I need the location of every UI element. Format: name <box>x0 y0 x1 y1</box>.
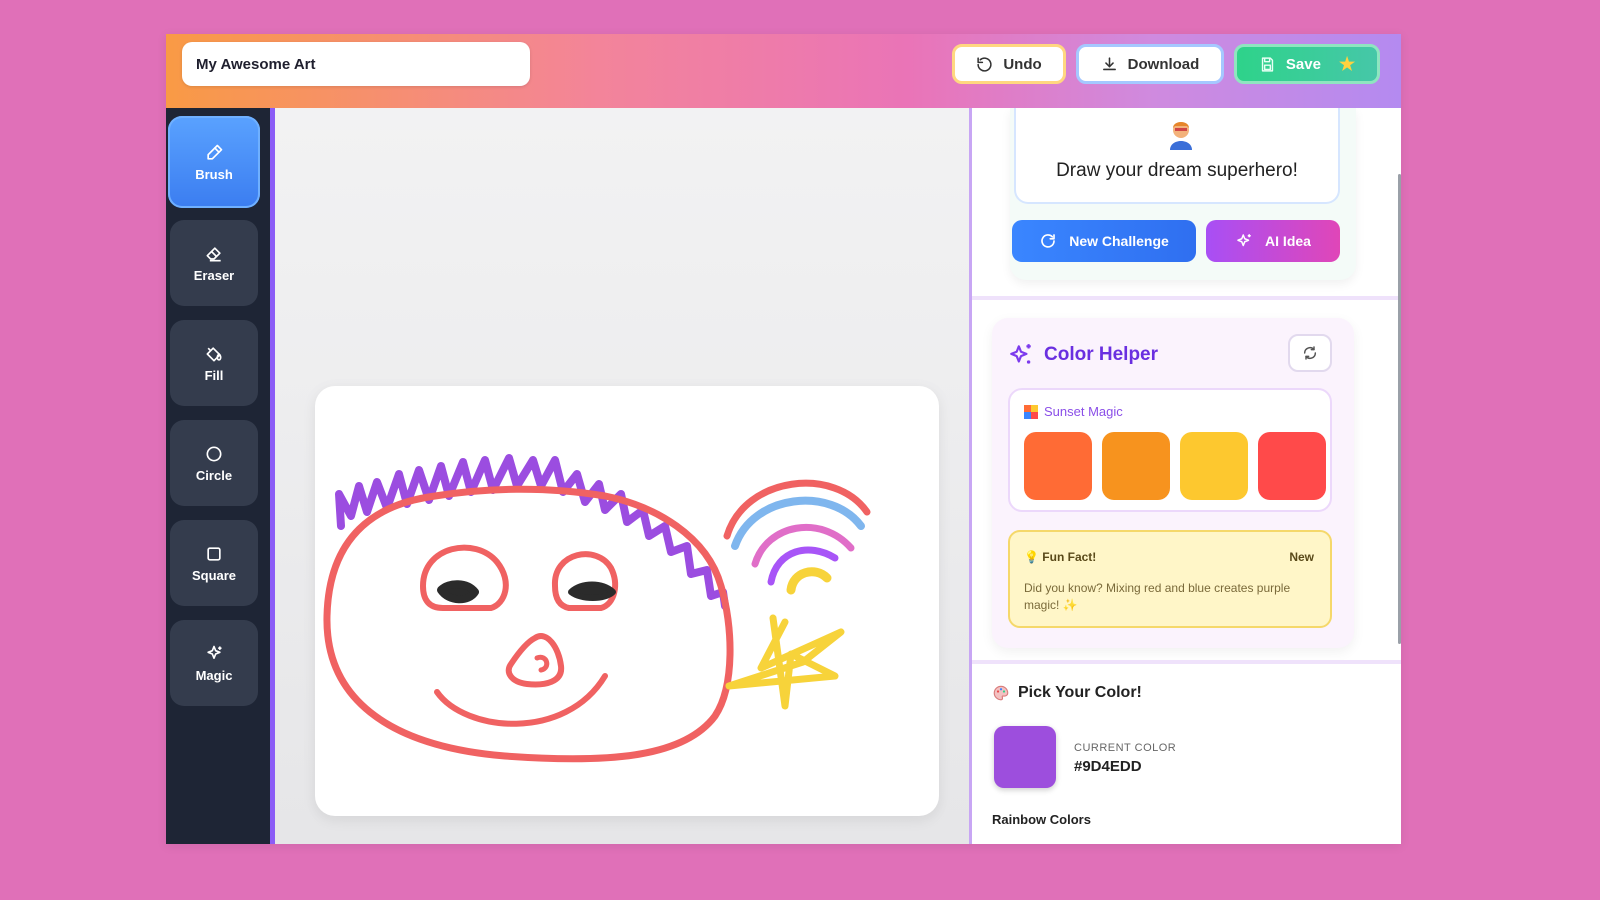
star-icon: ★ <box>1338 53 1356 74</box>
ai-idea-label: AI Idea <box>1265 233 1311 249</box>
ai-idea-button[interactable]: AI Idea <box>1206 220 1340 262</box>
palette-swatch[interactable] <box>1258 432 1326 500</box>
save-icon <box>1261 56 1274 72</box>
canvas-area <box>275 108 969 844</box>
challenge-prompt-box: Draw your dream superhero! <box>1014 108 1340 204</box>
eraser-icon <box>206 246 221 261</box>
drawing-strokes <box>323 454 871 763</box>
download-label: Download <box>1127 55 1200 73</box>
magic-icon <box>207 645 222 659</box>
tool-brush[interactable]: Brush <box>168 116 260 208</box>
current-color-label: CURRENT COLOR <box>1074 742 1177 754</box>
section-divider <box>972 660 1401 664</box>
tool-label: Brush <box>195 166 233 182</box>
current-color-value: #9D4EDD <box>1074 758 1142 775</box>
download-button[interactable]: Download <box>1076 44 1224 84</box>
palette-swatch[interactable] <box>1180 432 1248 500</box>
tool-label: Circle <box>195 467 233 483</box>
drawing-app-window: Undo Download Save ★ Brush Eraser Fill C… <box>166 34 1401 844</box>
challenge-prompt: Draw your dream superhero! <box>1056 160 1298 181</box>
refresh-icon <box>1303 346 1317 360</box>
tool-label: Magic <box>195 667 233 683</box>
drawing-canvas[interactable] <box>315 386 939 816</box>
pick-color-title: Pick Your Color! <box>1018 684 1142 701</box>
tool-label: Eraser <box>193 267 235 283</box>
tool-label: Fill <box>204 367 224 383</box>
fill-icon <box>206 346 222 361</box>
save-label: Save <box>1285 55 1321 73</box>
fun-fact-text: Did you know? Mixing red and blue create… <box>1024 581 1291 612</box>
circle-icon <box>206 446 222 461</box>
tool-eraser[interactable]: Eraser <box>170 220 258 306</box>
undo-label: Undo <box>1003 55 1042 73</box>
palette-icon <box>993 685 1009 701</box>
palette-card: Sunset Magic <box>1008 388 1332 512</box>
brush-icon <box>207 144 223 160</box>
right-panel-scrollbar[interactable] <box>1398 174 1401 644</box>
download-icon <box>1102 56 1116 70</box>
fun-fact-title-label: Fun Fact! <box>1042 550 1097 564</box>
palette-name: Sunset Magic <box>1024 404 1123 419</box>
square-icon <box>207 546 221 561</box>
rainbow-colors-title: Rainbow Colors <box>992 812 1091 827</box>
fun-fact-card: 💡 Fun Fact! New Did you know? Mixing red… <box>1008 530 1332 628</box>
tool-magic[interactable]: Magic <box>170 620 258 706</box>
color-helper-header: Color Helper <box>1008 342 1158 368</box>
refresh-palette-button[interactable] <box>1288 334 1332 372</box>
superhero-icon <box>1170 122 1192 150</box>
fun-fact-new-badge: New <box>1289 550 1314 564</box>
new-challenge-label: New Challenge <box>1069 233 1169 249</box>
tool-fill[interactable]: Fill <box>170 320 258 406</box>
section-divider <box>972 296 1401 300</box>
palette-name-label: Sunset Magic <box>1044 404 1123 419</box>
lightbulb-icon: 💡 <box>1024 550 1039 564</box>
top-bar: Undo Download Save ★ <box>166 34 1401 108</box>
artwork-title-input[interactable] <box>182 42 530 86</box>
tool-label: Square <box>191 567 237 583</box>
palette-swatch[interactable] <box>1102 432 1170 500</box>
new-challenge-button[interactable]: New Challenge <box>1012 220 1196 262</box>
challenge-card: Draw your dream superhero! New Challenge… <box>1010 108 1356 280</box>
palette-swatch[interactable] <box>1024 432 1092 500</box>
fun-fact-title: 💡 Fun Fact! <box>1024 550 1096 564</box>
refresh-icon <box>1041 234 1056 248</box>
sparkles-icon <box>1010 344 1031 364</box>
color-helper-title: Color Helper <box>1044 344 1159 365</box>
palette-icon <box>1024 404 1038 419</box>
tool-sidebar: Brush Eraser Fill Circle Square Magic <box>166 108 275 844</box>
current-color-swatch[interactable] <box>994 726 1056 788</box>
tool-square[interactable]: Square <box>170 520 258 606</box>
sparkle-icon <box>1237 234 1251 247</box>
pick-color-header: Pick Your Color! <box>992 684 1142 702</box>
color-helper-card: Color Helper Sunset Magic 💡 Fun Fact! Ne… <box>992 318 1354 648</box>
right-panel: Draw your dream superhero! New Challenge… <box>969 108 1401 844</box>
undo-icon <box>977 56 992 72</box>
save-button[interactable]: Save ★ <box>1234 44 1380 84</box>
undo-button[interactable]: Undo <box>952 44 1066 84</box>
tool-circle[interactable]: Circle <box>170 420 258 506</box>
